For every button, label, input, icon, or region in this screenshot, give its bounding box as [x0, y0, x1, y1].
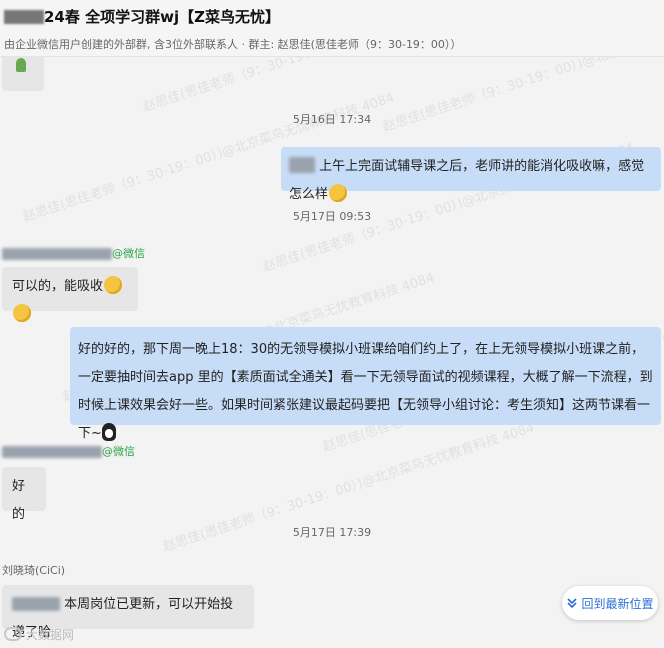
thinking-face-icon	[329, 184, 348, 202]
message-bubble-incoming[interactable]: 好的	[2, 467, 46, 522]
sender-name[interactable]: @微信	[2, 443, 135, 459]
group-subtitle: 由企业微信用户创建的外部群, 含3位外部联系人 · 群主: 赵思佳(思佳老师（9…	[4, 38, 462, 51]
redacted-sender	[2, 248, 112, 260]
redacted-name	[4, 10, 44, 24]
chat-header: 24春 全项学习群wj【Z菜鸟无忧】 由企业微信用户创建的外部群, 含3位外部联…	[0, 0, 664, 57]
sender-name[interactable]: @微信	[2, 245, 145, 261]
message-text: 好的	[12, 479, 26, 522]
qq-penguin-icon	[101, 423, 116, 441]
message-text: 可以的，能吸收	[12, 279, 104, 294]
redacted-mention	[289, 157, 315, 173]
thinking-face-icon	[104, 276, 123, 294]
footer-logo: 大数据网	[4, 626, 74, 643]
message-list[interactable]: 赵思佳(思佳老师（9：30-19：00）)@北京菜鸟无忧教育科技 4084 赵思…	[0, 57, 664, 648]
back-to-latest-button[interactable]: 回到最新位置	[562, 586, 658, 620]
thinking-face-icon	[13, 304, 31, 322]
timestamp: 5月17日 17:39	[292, 526, 372, 539]
timestamp: 5月17日 09:53	[292, 210, 372, 223]
back-to-latest-label: 回到最新位置	[581, 596, 654, 611]
watermark: 赵思佳(思佳老师（9：30-19：00）)@北京菜鸟无忧教育科技 4084	[140, 57, 516, 115]
message-text: 好的好的，那下周一晚上18：30的无领导模拟小班课给咱们约上了，在上无领导模拟小…	[78, 342, 653, 441]
message-bubble-incoming[interactable]: 可以的，能吸收	[2, 267, 138, 322]
redacted-sender	[2, 446, 102, 458]
plant-icon	[16, 58, 26, 72]
sender-name[interactable]: 刘晓琦(CiCi)	[2, 562, 65, 578]
double-chevron-down-icon	[567, 598, 578, 609]
message-bubble-outgoing[interactable]: 好的好的，那下周一晚上18：30的无领导模拟小班课给咱们约上了，在上无领导模拟小…	[70, 327, 661, 441]
timestamp: 5月16日 17:34	[292, 113, 372, 126]
redacted-mention	[12, 597, 60, 611]
message-bubble-partial[interactable]	[2, 57, 44, 91]
logo-icon	[4, 627, 22, 641]
logo-text: 大数据网	[25, 628, 74, 642]
message-bubble-incoming[interactable]: 本周岗位已更新，可以开始投递了哈	[2, 585, 254, 640]
group-title-text: 24春 全项学习群wj【Z菜鸟无忧】	[44, 8, 280, 26]
group-title[interactable]: 24春 全项学习群wj【Z菜鸟无忧】	[4, 6, 280, 27]
message-bubble-outgoing[interactable]: 上午上完面试辅导课之后，老师讲的能消化吸收嘛，感觉怎么样	[281, 147, 661, 202]
